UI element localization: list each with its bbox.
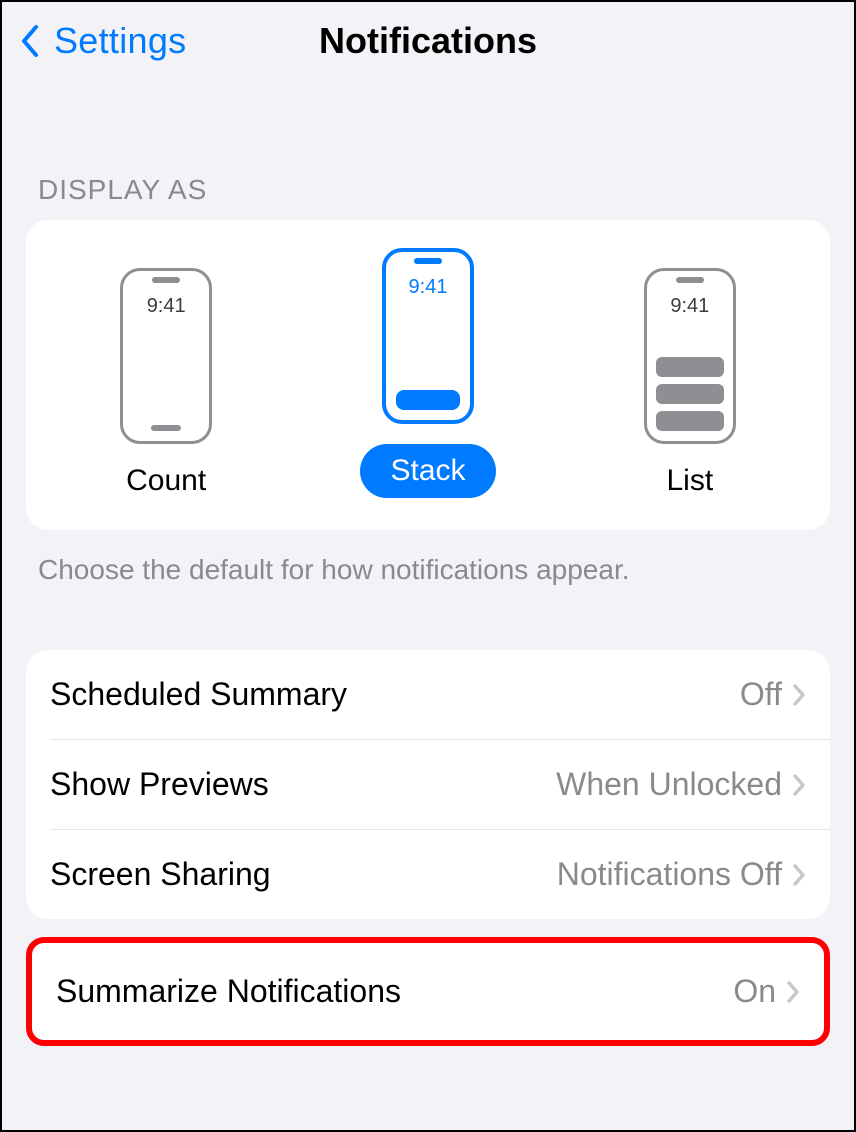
phone-preview-list: 9:41 <box>644 268 736 444</box>
row-screen-sharing[interactable]: Screen Sharing Notifications Off <box>50 829 830 919</box>
row-scheduled-summary[interactable]: Scheduled Summary Off <box>26 650 830 739</box>
chevron-right-icon <box>792 773 806 797</box>
chevron-left-icon <box>18 23 40 59</box>
display-option-stack[interactable]: 9:41 Stack <box>360 248 495 498</box>
phone-notch-icon <box>414 258 442 264</box>
list-indicator-icon <box>656 411 724 431</box>
back-button[interactable]: Settings <box>18 20 186 62</box>
phone-time: 9:41 <box>409 276 448 299</box>
row-value: On <box>733 973 776 1010</box>
display-as-header: DISPLAY AS <box>2 84 854 220</box>
list-indicator-icon <box>656 384 724 404</box>
row-value: Off <box>740 676 782 713</box>
highlighted-summarize-row: Summarize Notifications On <box>26 937 830 1046</box>
phone-preview-stack: 9:41 <box>382 248 474 424</box>
nav-bar: Settings Notifications <box>2 2 854 84</box>
count-indicator-icon <box>151 425 181 431</box>
option-label-list: List <box>666 464 713 498</box>
row-label: Summarize Notifications <box>56 973 733 1010</box>
row-label: Screen Sharing <box>50 856 557 893</box>
option-label-count: Count <box>126 464 206 498</box>
row-label: Scheduled Summary <box>50 676 740 713</box>
display-option-list[interactable]: 9:41 List <box>644 268 736 498</box>
display-option-count[interactable]: 9:41 Count <box>120 268 212 498</box>
row-value: When Unlocked <box>556 766 782 803</box>
phone-time: 9:41 <box>147 295 186 318</box>
chevron-right-icon <box>792 863 806 887</box>
row-value: Notifications Off <box>557 856 782 893</box>
stack-indicator-icon <box>396 390 460 410</box>
back-label: Settings <box>54 20 186 62</box>
phone-time: 9:41 <box>670 295 709 318</box>
phone-notch-icon <box>152 277 180 283</box>
display-as-card: 9:41 Count 9:41 Stack 9:41 List <box>26 220 830 530</box>
phone-preview-count: 9:41 <box>120 268 212 444</box>
phone-notch-icon <box>676 277 704 283</box>
row-label: Show Previews <box>50 766 556 803</box>
option-label-stack: Stack <box>360 444 495 498</box>
list-indicator-icon <box>656 357 724 377</box>
row-summarize-notifications[interactable]: Summarize Notifications On <box>32 943 824 1040</box>
display-as-footer: Choose the default for how notifications… <box>2 530 854 626</box>
row-show-previews[interactable]: Show Previews When Unlocked <box>50 739 830 829</box>
chevron-right-icon <box>786 980 800 1004</box>
settings-list: Scheduled Summary Off Show Previews When… <box>26 650 830 919</box>
chevron-right-icon <box>792 683 806 707</box>
